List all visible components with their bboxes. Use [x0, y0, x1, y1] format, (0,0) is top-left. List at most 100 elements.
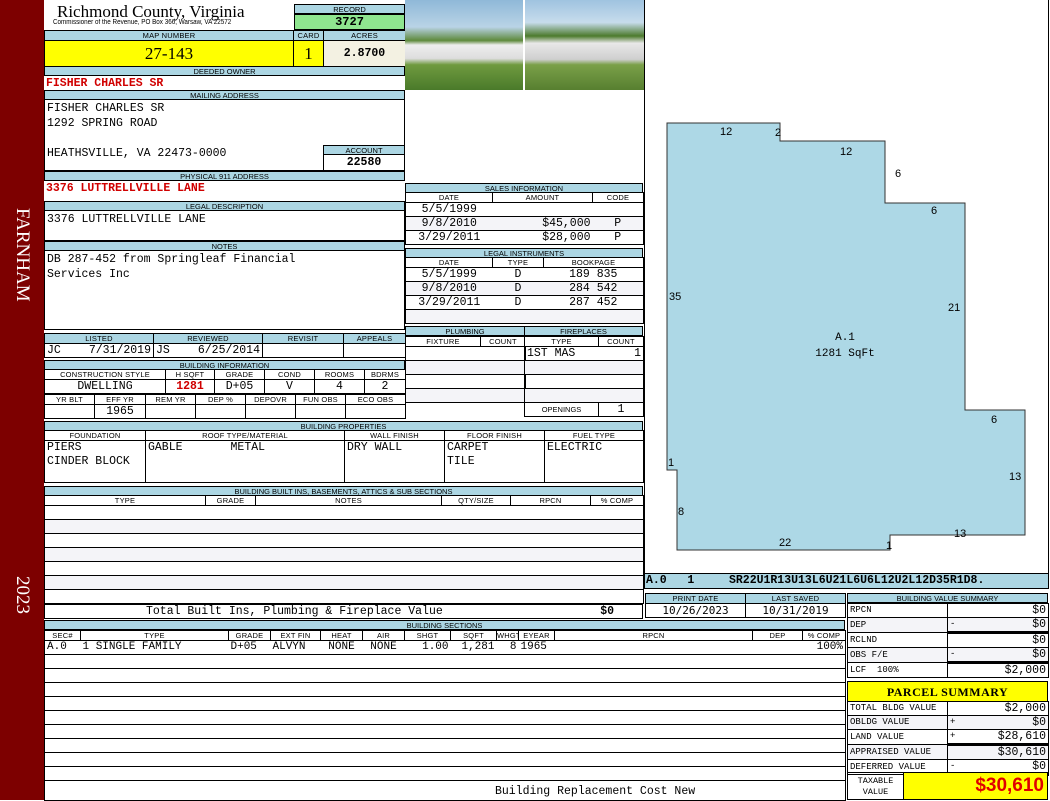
value-summary-row: RPCN $0	[847, 603, 1049, 618]
ps-value: $30,610	[963, 744, 1049, 760]
dim-label: 6	[991, 414, 997, 426]
sec-heat-header: HEAT	[320, 630, 363, 641]
ps-value: $28,610	[963, 729, 1049, 746]
vs-sign	[947, 632, 964, 648]
dim-label: 8	[678, 506, 684, 518]
sections-table: SEC# TYPE GRADE EXT FIN HEAT AIR SHGT SQFT WHGT E…	[44, 630, 846, 801]
sec-sqft: 1,281	[461, 641, 495, 653]
ps-value: $2,000	[963, 701, 1049, 716]
taxable-label: TAXABLE VALUE	[847, 772, 904, 800]
value-summary-row: LCF 100% $2,000	[847, 662, 1049, 678]
sec-extfin: ALVYN	[272, 641, 306, 653]
last-saved-label: LAST SAVED	[745, 593, 846, 604]
vs-sign: -	[947, 647, 964, 664]
vs-label: RPCN	[847, 603, 948, 618]
ps-value: $0	[963, 715, 1049, 730]
sec-whgt-header: WHGT	[496, 630, 519, 641]
sketch-vector: SR22U1R13U13L6U21L6U6L12U2L12D35R1D8.	[729, 574, 985, 587]
sketch-code: A.0 1	[646, 574, 695, 587]
value-summary-row: OBS F/E - $0	[847, 647, 1049, 664]
area-sqft: 1281 SqFt	[815, 348, 874, 360]
builtins-total-value: $0	[600, 605, 614, 618]
dim-label: 21	[948, 302, 960, 314]
sec-air: NONE	[370, 641, 397, 653]
vs-value: $2,000	[963, 662, 1049, 678]
sec-type: 1 SINGLE FAMILY	[82, 641, 182, 653]
dim-label: 13	[1009, 471, 1021, 483]
sec-shgt-header: SHGT	[404, 630, 451, 641]
sec-whgt: 8	[509, 641, 517, 653]
dim-label: 22	[779, 537, 791, 549]
vs-value: $0	[963, 647, 1049, 664]
taxable-value: $30,610	[903, 772, 1048, 800]
parcel-summary-row: APPRAISED VALUE $30,610	[847, 744, 1049, 760]
ps-sign	[947, 701, 964, 716]
value-summary-row: DEP - $0	[847, 617, 1049, 634]
sec-rpcn-header: RPCN	[554, 630, 753, 641]
ps-label: OBLDG VALUE	[847, 715, 948, 730]
dim-label: 1	[886, 540, 892, 552]
sec-dep	[753, 641, 803, 655]
dim-label: 13	[954, 528, 966, 540]
dim-label: 2	[775, 127, 781, 139]
sec-dep-header: DEP	[752, 630, 803, 641]
dates-table: PRINT DATE LAST SAVED 10/26/2023 10/31/201…	[645, 593, 846, 618]
replacement-cost-label: Building Replacement Cost New	[495, 785, 696, 798]
sec-grade-header: GRADE	[228, 630, 271, 641]
vs-sign	[947, 603, 964, 618]
vs-value: $0	[963, 617, 1049, 634]
sec-comp: 100%	[802, 640, 846, 655]
ps-label: APPRAISED VALUE	[847, 744, 948, 760]
value-summary-table: RPCN $0 DEP - $0 RCLND $0 OBS F/E - $0 LCF 100…	[847, 603, 1049, 678]
section-row: A.0 1 SINGLE FAMILY D+05 ALVYN NONE NONE 1.00 1…	[44, 640, 846, 655]
parcel-summary-row: OBLDG VALUE + $0	[847, 715, 1049, 730]
sec-extfin-header: EXT FIN	[270, 630, 321, 641]
sec-header: SEC#	[44, 630, 81, 641]
taxable-label-2: VALUE	[862, 787, 889, 797]
parcel-summary-row: LAND VALUE + $28,610	[847, 729, 1049, 746]
sec-air-header: AIR	[362, 630, 405, 641]
print-date-label: PRINT DATE	[645, 593, 746, 604]
dim-label: 12	[720, 126, 732, 138]
parcel-summary-table: TOTAL BLDG VALUE $2,000 OBLDG VALUE + $0 LA…	[847, 701, 1049, 776]
vs-sign	[947, 662, 964, 678]
vs-label: DEP	[847, 617, 948, 633]
building-sketch: 12 2 12 6 6 21 35 6 1 13 8 13 22 1 A.1 1…	[666, 122, 1026, 552]
sec-grade: D+05	[230, 641, 257, 653]
sec-sqft-header: SQFT	[450, 630, 497, 641]
ps-sign	[947, 744, 964, 760]
taxable-label-1: TAXABLE	[857, 776, 894, 786]
area-label: A.1	[835, 332, 855, 344]
parcel-summary-row: TOTAL BLDG VALUE $2,000	[847, 701, 1049, 716]
value-summary-label: BUILDING VALUE SUMMARY	[847, 593, 1048, 603]
print-date: 10/26/2023	[645, 603, 746, 618]
vs-label: LCF 100%	[847, 662, 948, 678]
dim-label: 12	[840, 146, 852, 158]
sec-heat: NONE	[328, 641, 355, 653]
dim-label: 1	[668, 457, 674, 469]
vs-sign: -	[947, 617, 964, 634]
last-saved: 10/31/2019	[745, 603, 846, 618]
vs-value: $0	[963, 632, 1049, 648]
vs-label: RCLND	[847, 632, 948, 648]
sec-comp-header: % COMP	[802, 630, 846, 641]
sec-type-header: TYPE	[80, 630, 229, 641]
ps-label: TOTAL BLDG VALUE	[847, 701, 948, 716]
sections-label: BUILDING SECTIONS	[44, 620, 845, 630]
ps-sign: +	[947, 729, 964, 746]
dim-label: 6	[895, 168, 901, 180]
dim-label: 35	[669, 291, 681, 303]
parcel-summary-label: PARCEL SUMMARY	[847, 681, 1048, 702]
dim-label: 6	[931, 205, 937, 217]
vs-value: $0	[963, 603, 1049, 618]
sec-eyear-header: EYEAR	[518, 630, 555, 641]
sec-shgt: 1.00	[422, 641, 449, 653]
sec-rpcn	[555, 641, 753, 655]
builtins-total-label: Total Built Ins, Plumbing & Fireplace Va…	[146, 605, 443, 618]
ps-sign: +	[947, 715, 964, 730]
vs-label: OBS F/E	[847, 647, 948, 663]
sec-id: A.0	[44, 640, 81, 655]
sec-eyear: 1965	[520, 641, 547, 653]
value-summary-row: RCLND $0	[847, 632, 1049, 648]
ps-label: LAND VALUE	[847, 729, 948, 745]
